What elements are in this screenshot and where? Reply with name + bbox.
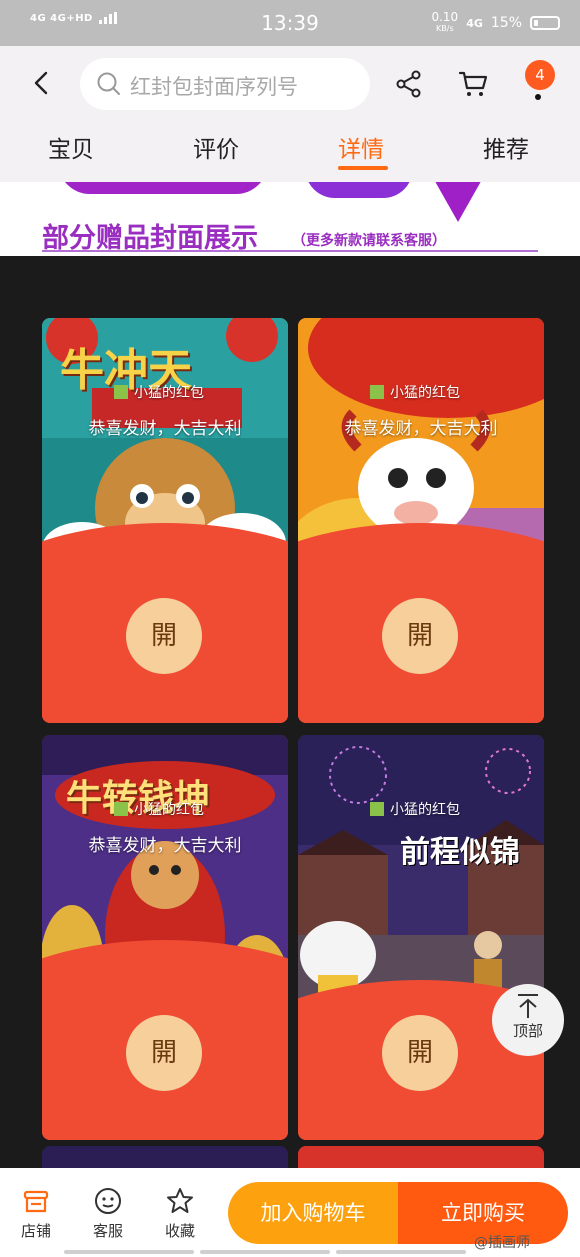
brand-logo-icon xyxy=(114,802,128,816)
red-packet-cover-card[interactable]: 牛冲天 小猛的红包 恭喜发财，大吉大利 開 xyxy=(42,318,288,723)
search-box[interactable]: 红封包封面序列号 xyxy=(80,58,370,110)
back-to-top-label: 顶部 xyxy=(512,1022,543,1040)
cover-greeting: 恭喜发财，大吉大利 xyxy=(88,419,242,439)
status-bar: 4G 4G+HD 13:39 0.10 KB/s 4G 15% xyxy=(0,0,580,46)
brand-logo-icon xyxy=(114,385,128,399)
favorite-label: 收藏 xyxy=(164,1222,195,1240)
back-to-top-button[interactable]: 顶部 xyxy=(492,984,564,1056)
shop-icon xyxy=(23,1190,49,1213)
open-button[interactable]: 開 xyxy=(126,598,202,674)
search-placeholder: 红封包封面序列号 xyxy=(130,75,298,99)
red-packet-cover-card[interactable]: 牛转钱坤 小猛的红包 恭喜发财，大吉大利 開 xyxy=(42,735,288,1140)
arrow-up-icon xyxy=(518,994,538,1018)
gesture-bar xyxy=(336,1250,466,1254)
banner-decoration xyxy=(432,182,484,222)
brand-logo-icon xyxy=(370,385,384,399)
cover-greeting: 恭喜发财，大吉大利 xyxy=(88,836,242,856)
customer-service-button[interactable]: 客服 xyxy=(78,1186,138,1241)
net-speed-unit: KB/s xyxy=(436,24,454,33)
cart-icon[interactable] xyxy=(458,70,488,98)
open-button[interactable]: 開 xyxy=(382,1015,458,1091)
battery-icon xyxy=(530,16,560,30)
network-right: 4G xyxy=(466,16,483,30)
banner-decoration xyxy=(58,182,268,194)
top-nav: 红封包封面序列号 4 宝贝 评价 详情 推荐 xyxy=(0,46,580,182)
tab-products[interactable]: 宝贝 xyxy=(48,130,94,164)
red-packet-cover-card[interactable]: 小猛的红包 恭喜发财，大吉大利 開 xyxy=(298,318,544,723)
open-button[interactable]: 開 xyxy=(126,1015,202,1091)
cover-brand: 小猛的红包 xyxy=(114,799,204,819)
cover-brand: 小猛的红包 xyxy=(370,382,460,402)
customer-service-label: 客服 xyxy=(92,1222,123,1240)
section-subtitle: （更多新款请联系客服） xyxy=(292,233,446,249)
gesture-bar xyxy=(64,1250,194,1254)
search-icon xyxy=(97,72,120,95)
cover-greeting: 恭喜发财，大吉大利 xyxy=(344,419,498,439)
share-icon[interactable] xyxy=(396,70,422,98)
tab-bar: 宝贝 评价 详情 推荐 xyxy=(0,130,580,178)
cover-brand: 小猛的红包 xyxy=(114,382,204,402)
watermark: @插画师 xyxy=(474,1235,530,1251)
customer-service-icon xyxy=(95,1188,121,1214)
shop-label: 店铺 xyxy=(20,1222,51,1240)
more-dot[interactable] xyxy=(535,94,541,100)
back-icon[interactable] xyxy=(28,68,58,98)
status-right: 0.10 KB/s 4G 15% xyxy=(431,10,560,34)
net-speed: 0.10 xyxy=(431,10,459,24)
add-to-cart-button[interactable]: 加入购物车 xyxy=(228,1182,398,1244)
cart-count-badge: 4 xyxy=(525,60,555,90)
star-icon xyxy=(167,1188,193,1213)
section-divider xyxy=(42,250,538,252)
tab-recommend[interactable]: 推荐 xyxy=(483,130,529,164)
brand-logo-icon xyxy=(370,802,384,816)
favorite-button[interactable]: 收藏 xyxy=(150,1186,210,1241)
open-button[interactable]: 開 xyxy=(382,598,458,674)
tab-details[interactable]: 详情 xyxy=(338,130,384,164)
tab-reviews[interactable]: 评价 xyxy=(193,130,239,164)
cover-title: 前程似锦 xyxy=(400,835,520,870)
red-packet-cover-card[interactable]: 前程似锦 小猛的红包 開 xyxy=(298,735,544,1140)
active-tab-indicator xyxy=(338,166,388,170)
battery-percent: 15% xyxy=(490,15,522,31)
cover-brand: 小猛的红包 xyxy=(370,799,460,819)
gesture-bar xyxy=(200,1250,330,1254)
banner-decoration xyxy=(305,182,413,198)
shop-button[interactable]: 店铺 xyxy=(6,1186,66,1241)
section-banner: 部分赠品封面展示 （更多新款请联系客服） xyxy=(0,182,580,256)
